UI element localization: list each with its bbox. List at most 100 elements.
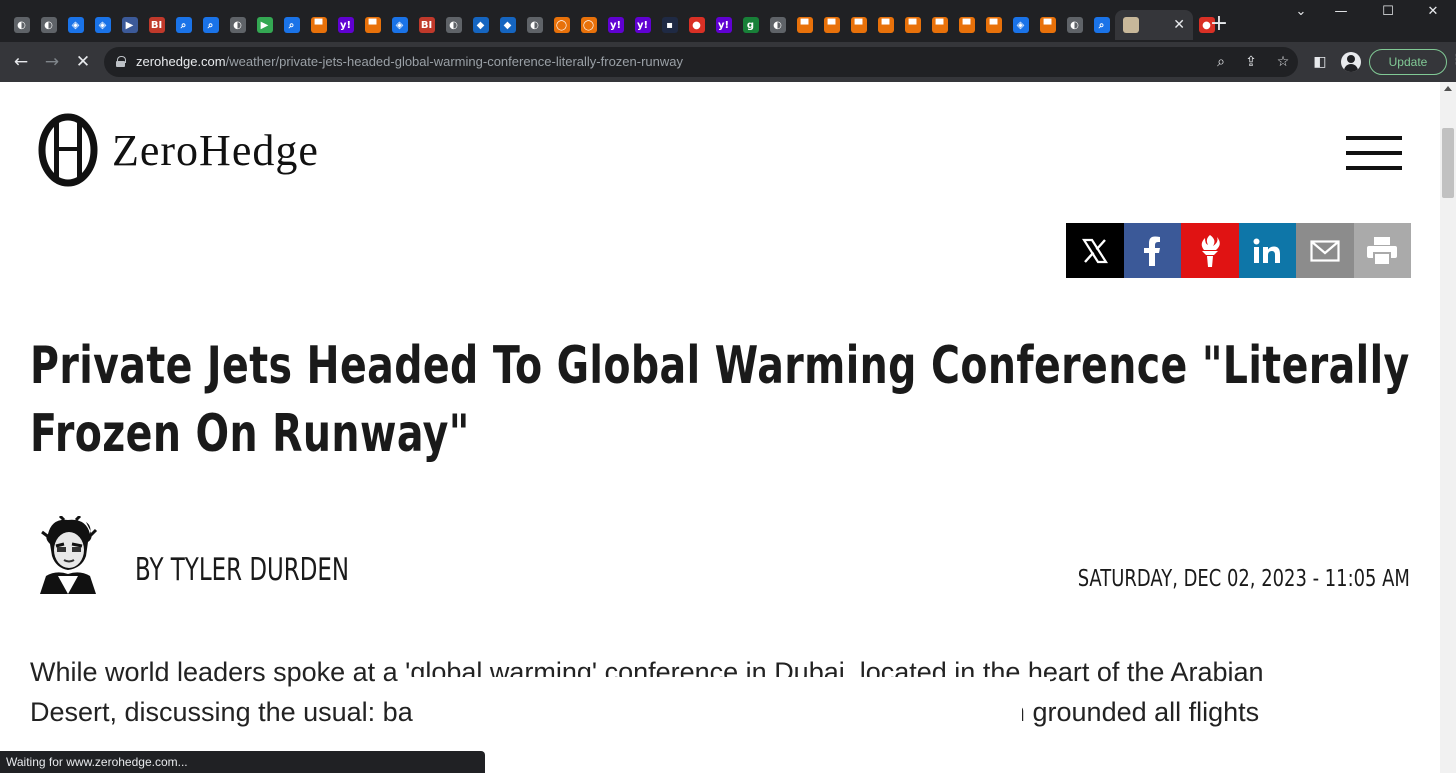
browser-tab[interactable]: BI xyxy=(143,10,170,40)
new-tab-button[interactable]: + xyxy=(1207,12,1231,36)
menu-icon[interactable]: ⋮ xyxy=(1450,52,1456,72)
browser-tab[interactable]: ◆ xyxy=(494,10,521,40)
browser-tab[interactable]: ▀ xyxy=(845,10,872,40)
badge-icon: ◯ xyxy=(553,17,570,33)
linkedin-share-button[interactable] xyxy=(1238,223,1296,278)
zoom-icon[interactable]: ⌕ xyxy=(1211,52,1231,72)
globe-icon: ◐ xyxy=(13,17,30,33)
browser-tab[interactable]: ⌕ xyxy=(1088,10,1115,40)
browser-tab[interactable]: ▀ xyxy=(980,10,1007,40)
browser-tab[interactable]: ◐ xyxy=(440,10,467,40)
browser-tab[interactable]: ◐ xyxy=(764,10,791,40)
browser-tab[interactable]: ◐ xyxy=(35,10,62,40)
browser-tab[interactable]: y! xyxy=(332,10,359,40)
url-text[interactable]: zerohedge.com/weather/private-jets-heade… xyxy=(136,54,683,69)
g-icon: g xyxy=(742,17,759,33)
browser-tab[interactable]: ⌕ xyxy=(197,10,224,40)
update-button[interactable]: Update xyxy=(1369,49,1447,75)
browser-tab[interactable]: ▀ xyxy=(926,10,953,40)
bookmark-icon: ▀ xyxy=(931,17,948,33)
share-page-icon[interactable]: ⇪ xyxy=(1241,52,1261,72)
browser-tab[interactable]: ▶ xyxy=(116,10,143,40)
browser-tab[interactable]: ● xyxy=(683,10,710,40)
cube-icon: ◆ xyxy=(472,17,489,33)
scroll-up-arrow[interactable] xyxy=(1444,86,1452,91)
browser-tab[interactable]: ▪ xyxy=(656,10,683,40)
browser-tab[interactable]: ▀ xyxy=(818,10,845,40)
profile-avatar[interactable] xyxy=(1341,52,1361,72)
browser-tab[interactable]: ▀ xyxy=(872,10,899,40)
browser-tab[interactable]: BI xyxy=(413,10,440,40)
browser-tab[interactable]: y! xyxy=(629,10,656,40)
browser-tab[interactable]: ⌕ xyxy=(170,10,197,40)
play-icon: ▶ xyxy=(121,17,138,33)
browser-tab[interactable]: ◈ xyxy=(62,10,89,40)
logo-wordmark: ZeroHedge xyxy=(112,125,319,175)
window-close-button[interactable]: ✕ xyxy=(1410,4,1456,28)
search-icon: ⌕ xyxy=(202,17,219,33)
bookmark-star-icon[interactable]: ☆ xyxy=(1273,52,1293,72)
linkedin-icon xyxy=(1253,238,1281,264)
browser-tab[interactable]: ◐ xyxy=(224,10,251,40)
hamburger-menu-icon[interactable] xyxy=(1346,136,1402,170)
side-panel-icon[interactable]: ◧ xyxy=(1309,51,1331,73)
x-share-button[interactable] xyxy=(1066,223,1124,278)
url-host: zerohedge.com xyxy=(136,54,226,69)
cube-icon: ◆ xyxy=(499,17,516,33)
page-overlay-panel xyxy=(414,694,1022,773)
address-bar[interactable]: zerohedge.com/weather/private-jets-heade… xyxy=(104,47,1298,77)
browser-tab[interactable]: ▀ xyxy=(305,10,332,40)
scroll-thumb[interactable] xyxy=(1442,128,1454,198)
print-share-button[interactable] xyxy=(1353,223,1411,278)
minimize-button[interactable]: — xyxy=(1318,4,1364,28)
browser-tab[interactable]: y! xyxy=(710,10,737,40)
site-logo[interactable]: ZeroHedge xyxy=(38,112,319,188)
back-button[interactable]: ← xyxy=(9,50,33,74)
tab-list: ◐ ◐ ◈ ◈ ▶ BI ⌕ ⌕ ◐ ▶ ⌕ ▀ y! ▀ ◈ BI ◐ ◆ ◆ ◐ ◯ ◯ y! y! ▪ ● y! g ◐ ▀ ▀ ▀ ▀ ▀… xyxy=(8,10,1220,40)
tab-strip: ◐ ◐ ◈ ◈ ▶ BI ⌕ ⌕ ◐ ▶ ⌕ ▀ y! ▀ ◈ BI ◐ ◆ ◆ ◐ ◯ ◯ y! y! ▪ ● y! g ◐ ▀ ▀ ▀ ▀ ▀… xyxy=(0,0,1456,42)
yahoo-icon: y! xyxy=(715,17,732,33)
facebook-share-button[interactable] xyxy=(1123,223,1181,278)
stop-button[interactable]: ✕ xyxy=(71,50,95,74)
page-scrollbar[interactable] xyxy=(1440,82,1456,773)
browser-tab[interactable]: ▀ xyxy=(791,10,818,40)
author-avatar[interactable] xyxy=(34,516,102,594)
torch-share-button[interactable] xyxy=(1181,223,1239,278)
tab-close-icon[interactable]: ✕ xyxy=(1173,17,1185,33)
browser-tab[interactable]: ▀ xyxy=(359,10,386,40)
browser-tab[interactable]: ◯ xyxy=(575,10,602,40)
bookmark-icon: ▀ xyxy=(796,17,813,33)
globe-icon: ◐ xyxy=(1066,17,1083,33)
browser-tab[interactable]: y! xyxy=(602,10,629,40)
browser-tab[interactable]: ▀ xyxy=(1034,10,1061,40)
lock-icon[interactable] xyxy=(116,56,126,67)
browser-tab[interactable]: ▶ xyxy=(251,10,278,40)
browser-tab[interactable]: ◈ xyxy=(89,10,116,40)
browser-tab[interactable]: g xyxy=(737,10,764,40)
shield-icon: ◈ xyxy=(1012,17,1029,33)
play-icon: ▶ xyxy=(256,17,273,33)
email-share-button[interactable] xyxy=(1296,223,1354,278)
browser-tab[interactable]: ◆ xyxy=(467,10,494,40)
active-tab[interactable]: ✕ xyxy=(1115,10,1193,40)
browser-tab[interactable]: ◈ xyxy=(1007,10,1034,40)
author-byline[interactable]: BY TYLER DURDEN xyxy=(135,552,349,588)
email-icon xyxy=(1310,239,1340,262)
globe-icon: ◐ xyxy=(40,17,57,33)
browser-tab[interactable]: ▀ xyxy=(953,10,980,40)
browser-tab[interactable]: ▀ xyxy=(899,10,926,40)
browser-tab[interactable]: ◈ xyxy=(386,10,413,40)
browser-tab[interactable]: ◯ xyxy=(548,10,575,40)
shield-icon: ◈ xyxy=(67,17,84,33)
search-icon: ⌕ xyxy=(283,17,300,33)
browser-tab[interactable]: ◐ xyxy=(8,10,35,40)
bookmark-icon: ▀ xyxy=(904,17,921,33)
publish-date: SATURDAY, DEC 02, 2023 - 11:05 AM xyxy=(1077,566,1410,592)
browser-tab[interactable]: ⌕ xyxy=(278,10,305,40)
browser-tab[interactable]: ◐ xyxy=(521,10,548,40)
browser-tab[interactable]: ◐ xyxy=(1061,10,1088,40)
maximize-button[interactable]: ☐ xyxy=(1365,4,1411,28)
facebook-icon xyxy=(1143,236,1161,266)
forward-button[interactable]: → xyxy=(40,50,64,74)
x-icon xyxy=(1081,237,1109,265)
